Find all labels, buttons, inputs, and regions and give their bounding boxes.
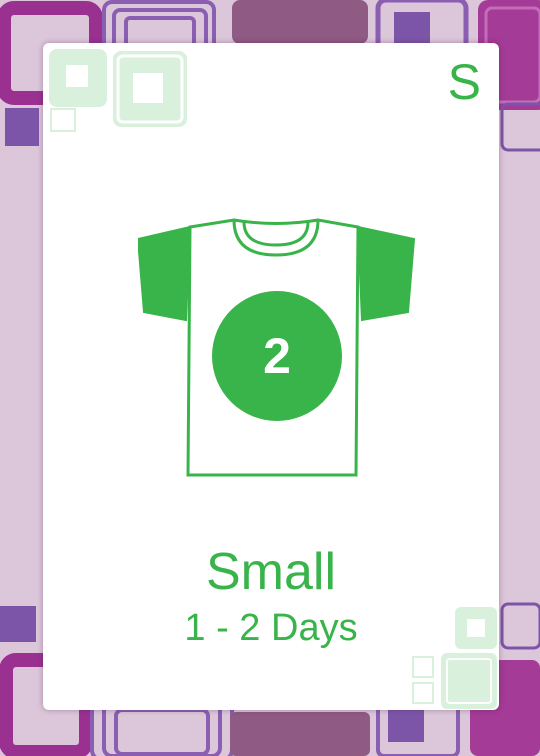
corner-size-letter: S xyxy=(447,54,481,110)
size-name: Small xyxy=(205,543,337,601)
tshirt-icon xyxy=(138,218,416,477)
size-duration: 1 - 2 Days xyxy=(184,607,358,649)
flash-card: S 2 Small 1 - 2 Days xyxy=(43,43,499,710)
card-decoration-top-left xyxy=(49,49,187,132)
